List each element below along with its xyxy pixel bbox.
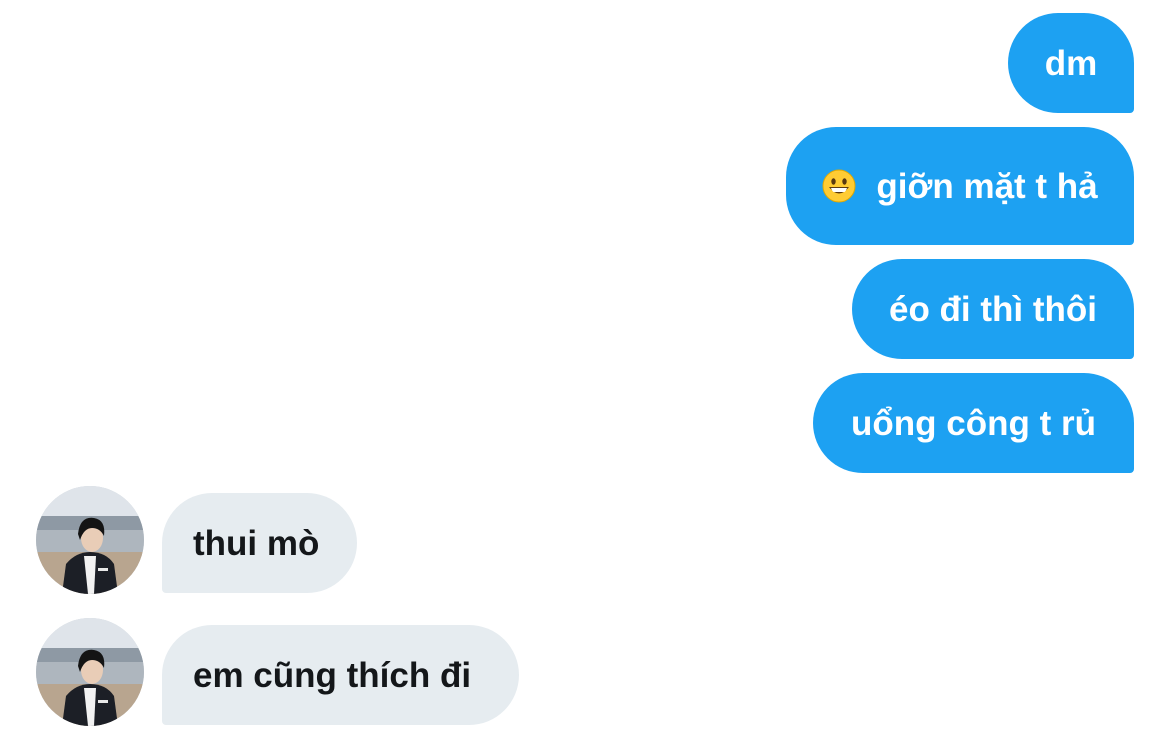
- message-text: uổng công t rủ: [851, 403, 1096, 443]
- incoming-message[interactable]: thui mò: [162, 493, 357, 593]
- message-text: dm: [1044, 43, 1098, 83]
- avatar[interactable]: [36, 486, 144, 594]
- message-text: éo đi thì thôi: [888, 289, 1098, 329]
- message-text: giỡn mặt t hả: [876, 166, 1098, 206]
- avatar[interactable]: [36, 618, 144, 726]
- message-thread: dm giỡn mặt t hả éo đi thì thôi uổng côn…: [0, 0, 1170, 741]
- outgoing-message[interactable]: éo đi thì thôi: [852, 259, 1134, 359]
- outgoing-message[interactable]: dm: [1008, 13, 1134, 113]
- outgoing-message[interactable]: giỡn mặt t hả: [786, 127, 1134, 245]
- message-text: thui mò: [193, 523, 320, 563]
- message-text: em cũng thích đi: [193, 655, 472, 695]
- outgoing-message[interactable]: uổng công t rủ: [813, 373, 1134, 473]
- incoming-message[interactable]: em cũng thích đi: [162, 625, 519, 725]
- grinning-face-icon: [822, 169, 856, 203]
